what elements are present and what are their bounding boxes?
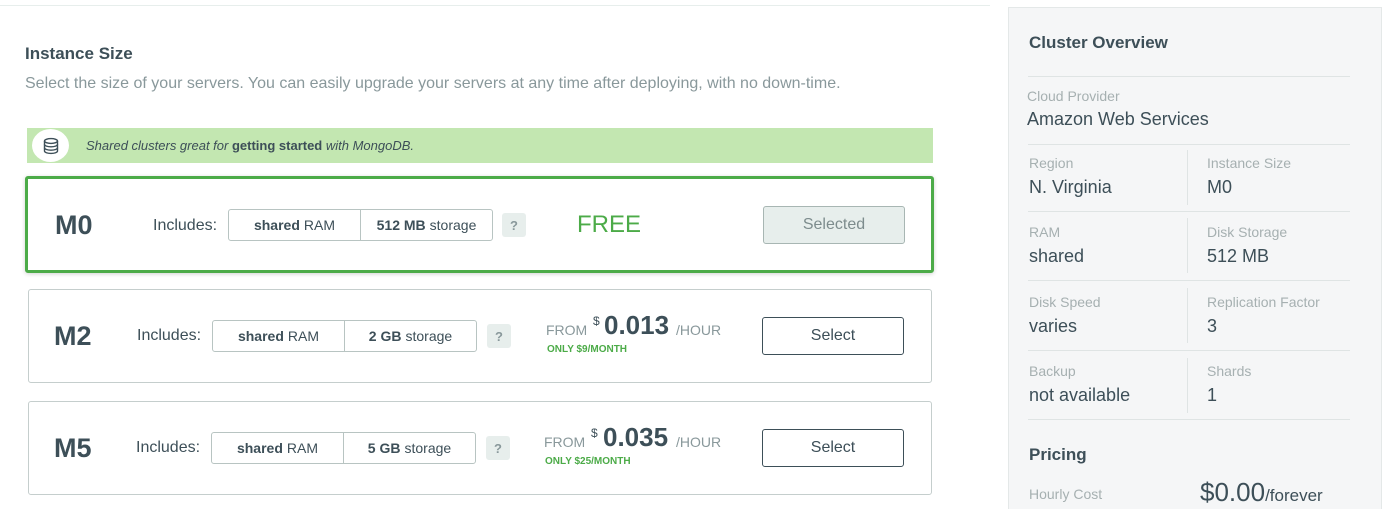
instance-size-value: M0 (1207, 177, 1233, 197)
help-icon[interactable]: ? (486, 436, 510, 460)
includes-label: Includes: (137, 327, 202, 344)
hourly-cost-value: $0.00/forever (1200, 477, 1323, 507)
currency-symbol: $ (591, 426, 598, 440)
from-label: FROM (546, 322, 588, 338)
overview-title: Cluster Overview (1029, 33, 1168, 52)
section-title: Instance Size (25, 44, 133, 63)
banner-text: Shared clusters great for getting starte… (86, 138, 415, 153)
overview-column-divider (1187, 288, 1188, 343)
hourly-price: 0.013 (604, 310, 670, 340)
top-divider (0, 5, 990, 6)
tier-name: M5 (54, 433, 92, 463)
region-label: Region (1029, 155, 1074, 171)
ram-spec: shared RAM (253, 217, 336, 233)
help-icon[interactable]: ? (487, 324, 511, 348)
disk-speed-value: varies (1029, 316, 1078, 336)
region-value: N. Virginia (1029, 177, 1112, 197)
cloud-provider-label: Cloud Provider (1027, 88, 1120, 104)
tier-spec-pill: shared RAM 5 GB storage (211, 432, 476, 464)
replication-factor-value: 3 (1207, 316, 1218, 336)
from-label: FROM (544, 434, 586, 450)
ram-spec: shared RAM (236, 440, 319, 456)
ram-value: shared (1029, 246, 1085, 266)
overview-divider (1028, 144, 1350, 145)
monthly-price: ONLY $9/MONTH (547, 344, 628, 355)
tier-spec-pill: shared RAM 512 MB storage (228, 209, 493, 241)
backup-value: not available (1029, 385, 1131, 405)
includes-label: Includes: (153, 217, 218, 234)
hourly-cost-label: Hourly Cost (1029, 486, 1103, 502)
per-hour-label: /HOUR (676, 322, 722, 338)
disk-storage-value: 512 MB (1207, 246, 1270, 266)
shared-clusters-banner: Shared clusters great for getting starte… (27, 128, 933, 163)
tier-m2-select-button[interactable]: Select (762, 317, 904, 355)
help-icon[interactable]: ? (502, 213, 526, 237)
database-icon (32, 129, 69, 162)
currency-symbol: $ (593, 314, 600, 328)
tier-spec-pill: shared RAM 2 GB storage (212, 320, 477, 352)
hourly-price: 0.035 (603, 422, 669, 452)
ram-label: RAM (1029, 224, 1061, 240)
cloud-provider-value: Amazon Web Services (1027, 109, 1209, 129)
disk-speed-label: Disk Speed (1029, 294, 1101, 310)
instance-size-label: Instance Size (1207, 155, 1292, 171)
storage-spec: 512 MB storage (376, 217, 477, 233)
ram-spec: shared RAM (237, 328, 320, 344)
storage-spec: 5 GB storage (367, 440, 452, 456)
shards-label: Shards (1207, 363, 1252, 379)
per-hour-label: /HOUR (676, 434, 722, 450)
tier-m2-card[interactable]: M2 Includes: shared RAM 2 GB storage ? FRO… (28, 289, 932, 383)
monthly-price: ONLY $25/MONTH (545, 456, 631, 467)
section-subtitle: Select the size of your servers. You can… (25, 75, 841, 92)
tier-m0-card[interactable]: M0 Includes: shared RAM 512 MB storage ? F… (25, 176, 934, 273)
tier-m0-selected-button[interactable]: Selected (763, 206, 905, 244)
overview-column-divider (1187, 218, 1188, 273)
overview-divider (1028, 280, 1350, 281)
overview-divider (1028, 211, 1350, 212)
tier-name: M2 (54, 321, 92, 351)
cluster-overview-panel: Cluster Overview Cloud Provider Amazon W… (1008, 7, 1382, 509)
backup-label: Backup (1029, 363, 1076, 379)
overview-divider (1028, 350, 1350, 351)
disk-storage-label: Disk Storage (1207, 224, 1288, 240)
shards-value: 1 (1207, 385, 1218, 405)
storage-spec: 2 GB storage (368, 328, 453, 344)
replication-factor-label: Replication Factor (1207, 294, 1320, 310)
pricing-title: Pricing (1029, 445, 1087, 464)
tier-name: M0 (55, 210, 93, 240)
includes-label: Includes: (136, 439, 201, 456)
overview-column-divider (1187, 358, 1188, 413)
tier-m5-card[interactable]: M5 Includes: shared RAM 5 GB storage ? FRO… (28, 401, 932, 495)
overview-column-divider (1187, 150, 1188, 205)
overview-divider (1028, 419, 1350, 420)
free-price: FREE (577, 211, 642, 238)
tier-m5-select-button[interactable]: Select (762, 429, 904, 467)
overview-divider (1028, 76, 1350, 77)
